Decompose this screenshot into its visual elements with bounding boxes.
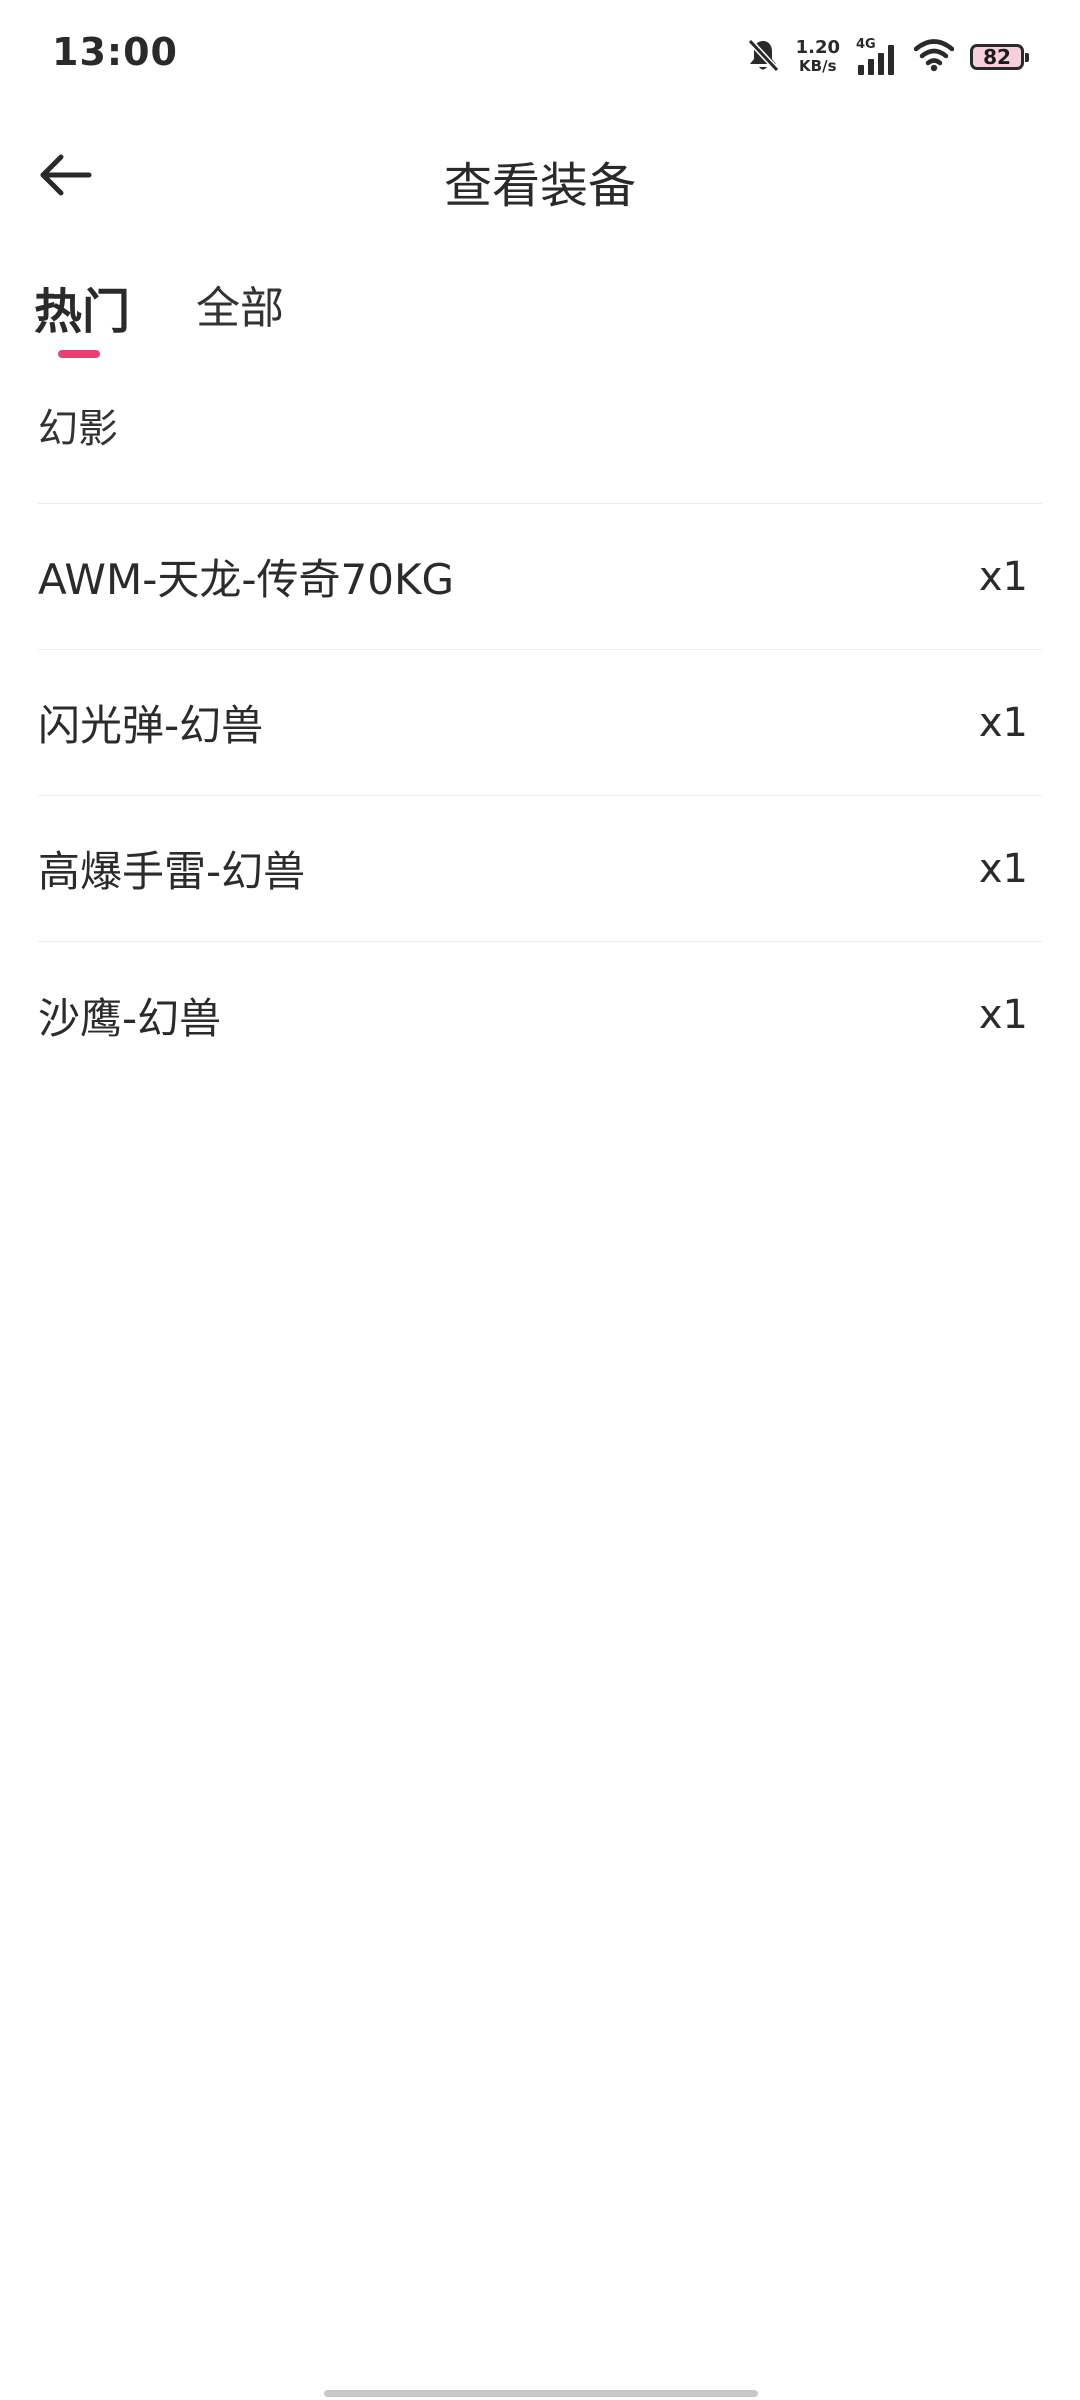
item-quantity: x1 [978,992,1028,1038]
status-bar: 13:00 1.20 KB/s 4G 82 [0,0,1080,112]
item-quantity: x1 [978,845,1028,892]
signal-icon: 4G [856,37,898,77]
item-quantity: x1 [978,553,1028,600]
status-time: 13:00 [52,30,178,74]
net-speed: 1.20 KB/s [795,37,840,76]
list-item[interactable]: AWM-天龙-传奇70KG x1 [38,504,1042,650]
tab-bar: 热门 全部 [0,262,1080,362]
section-title: 幻影 [38,362,1042,504]
tab-all[interactable]: 全部 [196,272,284,336]
list-item[interactable]: 沙鹰-幻兽 x1 [38,942,1042,1088]
item-name: 高爆手雷-幻兽 [38,847,306,896]
list-item[interactable]: 高爆手雷-幻兽 x1 [38,796,1042,942]
bell-muted-icon [746,37,780,77]
header: 查看装备 [0,112,1080,240]
home-indicator[interactable] [324,2390,758,2397]
equipment-list: 幻影 AWM-天龙-传奇70KG x1 闪光弹-幻兽 x1 高爆手雷-幻兽 x1… [38,362,1042,1088]
page-title: 查看装备 [443,158,636,214]
status-icons: 1.20 KB/s 4G 82 [746,34,1029,80]
tab-hot[interactable]: 热门 [34,272,130,342]
active-tab-indicator [58,350,100,358]
net-speed-unit: KB/s [799,57,837,75]
wifi-icon [913,38,955,76]
item-name: 闪光弹-幻兽 [38,701,264,750]
battery-level: 82 [983,45,1011,69]
list-item[interactable]: 闪光弹-幻兽 x1 [38,650,1042,796]
net-speed-value: 1.20 [795,37,840,58]
item-quantity: x1 [978,699,1028,746]
battery-icon: 82 [970,44,1029,70]
item-name: 沙鹰-幻兽 [38,993,222,1043]
item-name: AWM-天龙-传奇70KG [38,555,455,604]
